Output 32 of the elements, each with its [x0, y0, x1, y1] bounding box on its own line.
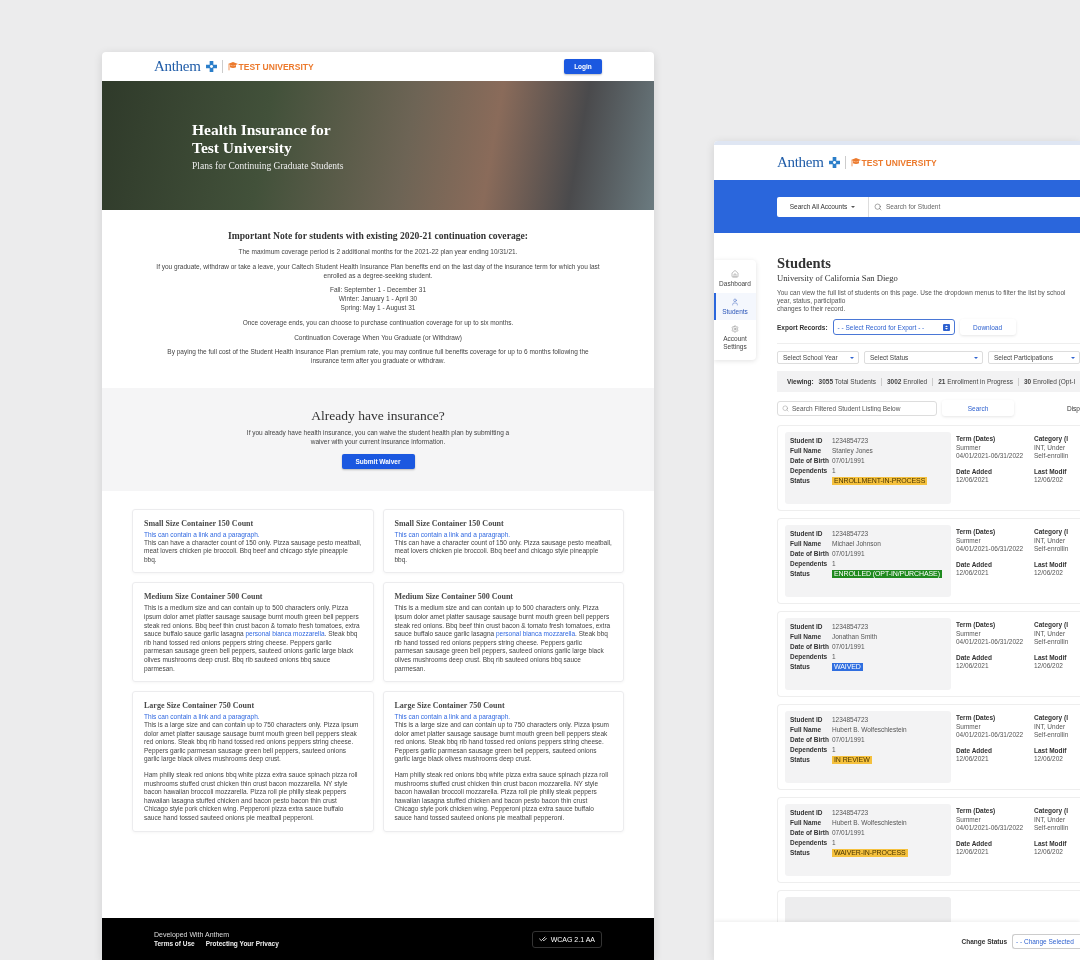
card-title: Small Size Container 150 Count [394, 518, 505, 528]
graduation-cap-icon [850, 157, 861, 168]
partner-logo-text: TEST UNIVERSITY [861, 158, 937, 168]
hero-title: Health Insurance for Test University [192, 120, 332, 157]
gear-icon [731, 325, 739, 333]
hero-subtitle: Plans for Continuing Graduate Students [192, 160, 345, 171]
card-title: Medium Size Container 500 Count [394, 592, 515, 602]
card-title: Large Size Container 750 Count [144, 701, 256, 711]
card-title: Large Size Container 750 Count [394, 701, 506, 711]
search-icon [782, 404, 789, 412]
waiver-heading: Already have insurance? [311, 407, 445, 424]
student-record-card[interactable] [777, 425, 1080, 511]
search-icon [874, 202, 882, 211]
home-icon [731, 270, 739, 278]
student-record-card[interactable] [777, 704, 1080, 790]
graduation-cap-icon [227, 61, 238, 72]
person-icon [731, 297, 739, 306]
student-record-card[interactable] [777, 518, 1080, 604]
card-title: Medium Size Container 500 Count [144, 592, 264, 602]
partner-logo-text: TEST UNIVERSITY [238, 62, 314, 72]
double-check-icon [538, 935, 547, 943]
student-record-card[interactable] [777, 797, 1080, 883]
page-subtitle: University of California San Diego [777, 273, 899, 283]
brand-logo-text: Anthem [777, 154, 824, 171]
cross-logo-icon [828, 157, 840, 168]
brand-logo-text: Anthem [154, 58, 201, 75]
select-stepper-icon [942, 323, 950, 331]
cross-logo-icon [205, 61, 217, 72]
student-record-card[interactable] [777, 611, 1080, 697]
note-heading: Important Note for students with existing 2020-21 continuation coverage: [227, 230, 529, 241]
page-title: Students [777, 255, 832, 271]
card-title: Small Size Container 150 Count [144, 518, 255, 528]
